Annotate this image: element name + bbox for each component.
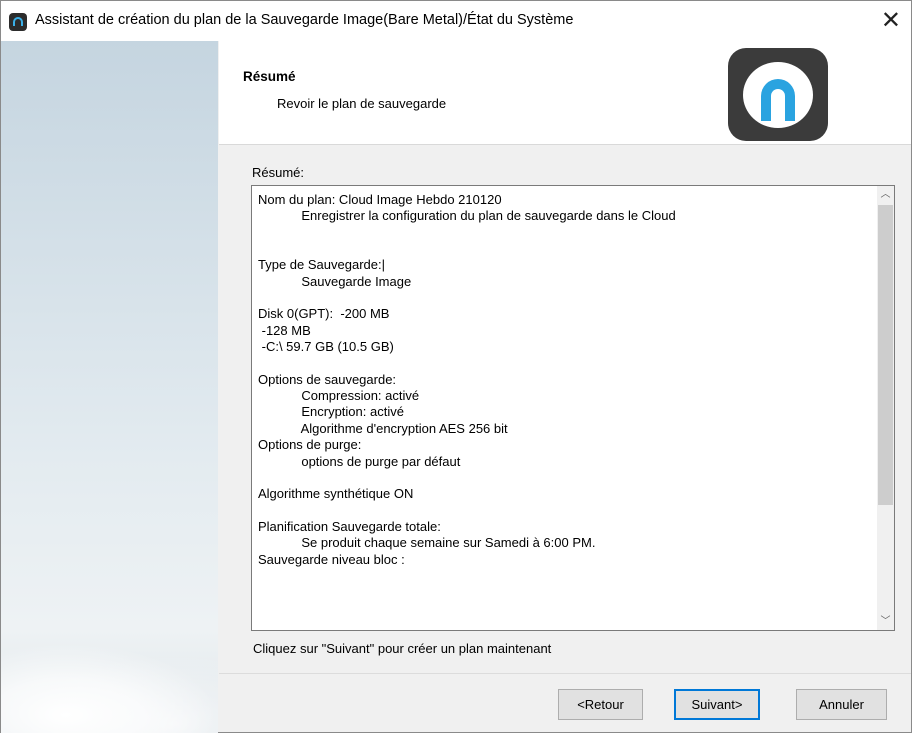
- sidebar-banner-image: [1, 41, 218, 733]
- summary-line: Encryption: activé: [258, 404, 404, 420]
- title-bar: Assistant de création du plan de la Sauv…: [1, 1, 911, 41]
- vertical-scrollbar[interactable]: ︿ ﹀: [877, 186, 894, 630]
- scroll-up-icon[interactable]: ︿: [877, 186, 894, 203]
- window-title: Assistant de création du plan de la Sauv…: [35, 12, 574, 28]
- summary-line: [258, 470, 870, 486]
- logo-letter-n: [761, 79, 795, 121]
- summary-line: -C:\ 59.7 GB (10.5 GB): [258, 339, 394, 355]
- page-title: Résumé: [243, 69, 296, 84]
- page-subtitle: Revoir le plan de sauvegarde: [277, 96, 447, 111]
- footer-divider: [219, 673, 911, 674]
- summary-line: Sauvegarde Image: [258, 273, 412, 289]
- summary-textarea[interactable]: Nom du plan: Cloud Image Hebdo 210120 En…: [251, 185, 895, 631]
- summary-line: options de purge par défaut: [258, 453, 461, 469]
- summary-line: [258, 290, 870, 306]
- back-button[interactable]: <Retour: [558, 689, 643, 720]
- app-icon: [9, 13, 27, 31]
- summary-line: Sauvegarde niveau bloc :: [258, 551, 405, 567]
- summary-line: [258, 503, 870, 519]
- summary-line: Nom du plan: Cloud Image Hebdo 210120: [258, 192, 502, 207]
- summary-line: Disk 0(GPT): -200 MB: [258, 306, 390, 322]
- summary-line: Options de sauvegarde:: [258, 371, 397, 387]
- scrollbar-thumb[interactable]: [878, 205, 893, 505]
- app-logo-icon: [728, 48, 828, 141]
- wizard-window: Assistant de création du plan de la Sauv…: [0, 0, 912, 733]
- summary-label: Résumé:: [252, 165, 305, 180]
- cloud-decoration: [1, 643, 218, 733]
- wizard-header: Résumé Revoir le plan de sauvegarde: [219, 41, 911, 145]
- next-button[interactable]: Suivant>: [674, 689, 760, 720]
- summary-line: Enregistrer la configuration du plan de …: [258, 208, 676, 224]
- summary-line: -128 MB: [258, 322, 311, 338]
- cancel-button[interactable]: Annuler: [796, 689, 887, 720]
- summary-line: Algorithme d'encryption AES 256 bit: [258, 420, 508, 436]
- summary-line: Options de purge:: [258, 437, 362, 453]
- scroll-down-icon[interactable]: ﹀: [877, 613, 894, 630]
- summary-line: Planification Sauvegarde totale:: [258, 518, 441, 534]
- summary-line: Algorithme synthétique ON: [258, 486, 414, 502]
- next-hint-text: Cliquez sur "Suivant" pour créer un plan…: [253, 641, 552, 656]
- summary-text[interactable]: Nom du plan: Cloud Image Hebdo 210120 En…: [258, 192, 870, 624]
- summary-line: Type de Sauvegarde:|: [258, 257, 385, 273]
- summary-line: [258, 355, 870, 371]
- summary-line: [258, 225, 870, 241]
- close-icon[interactable]: ✕: [881, 7, 901, 35]
- summary-line: Se produit chaque semaine sur Samedi à 6…: [258, 535, 596, 551]
- summary-line: [258, 241, 870, 257]
- summary-line: Compression: activé: [258, 388, 420, 404]
